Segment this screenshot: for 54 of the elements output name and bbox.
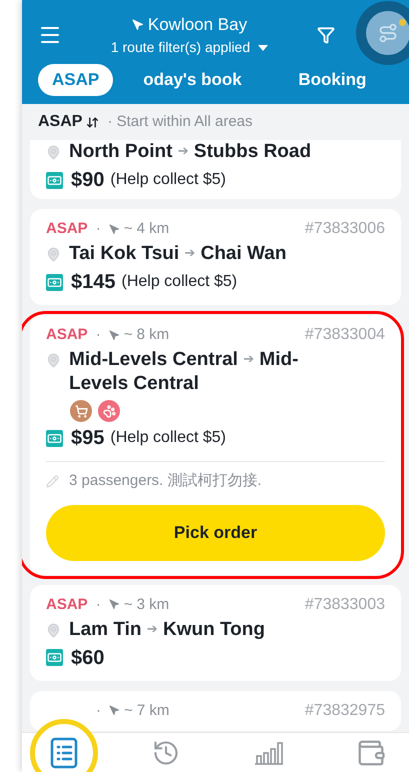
- dropdown-caret-icon: [258, 44, 268, 51]
- tab[interactable]: Booking: [272, 64, 393, 96]
- pin-icon: [46, 145, 61, 160]
- price-text: $60: [71, 646, 104, 670]
- collect-note: (Help collect $5): [122, 272, 238, 292]
- distance-text: ~ 8 km: [124, 325, 170, 345]
- list-icon: [50, 736, 78, 768]
- distance-text: ~ 7 km: [124, 700, 170, 720]
- cash-icon: [46, 649, 63, 666]
- collect-note: (Help collect $5): [110, 428, 226, 448]
- price-text: $145: [71, 270, 116, 295]
- pencil-icon: [46, 474, 59, 488]
- wallet-icon: [356, 738, 386, 768]
- direction-icon: [108, 599, 120, 610]
- direction-icon: [108, 330, 120, 340]
- cash-icon: [46, 172, 63, 188]
- pin-icon: [46, 622, 61, 638]
- direction-icon: [108, 224, 120, 234]
- price-text: $90: [71, 168, 104, 193]
- asap-tag: ASAP: [46, 594, 88, 614]
- order-id: #73832975: [304, 700, 385, 720]
- tab[interactable]: oday's book: [129, 64, 256, 96]
- order-id: #73833003: [304, 594, 385, 614]
- cash-icon: [46, 274, 63, 290]
- tab[interactable]: ASAP: [38, 64, 114, 96]
- order-id: #73833006: [304, 219, 385, 239]
- route-filter-button[interactable]: [356, 1, 409, 65]
- filter-summary[interactable]: 1 route filter(s) applied: [110, 37, 250, 58]
- asap-tag: ASAP: [46, 219, 88, 239]
- history-icon: [152, 738, 180, 766]
- separator-dot: ·: [96, 219, 101, 239]
- order-id: #73833004: [304, 325, 385, 345]
- distance-text: ~ 4 km: [124, 219, 170, 239]
- order-note: 3 passengers. 測試柯打勿接.: [69, 471, 262, 491]
- area-scope-text: · Start within All areas: [107, 112, 253, 132]
- bar-chart-icon: [254, 740, 284, 764]
- price-text: $95: [71, 426, 104, 451]
- pin-icon: [46, 353, 61, 368]
- asap-tag: ASAP: [46, 325, 88, 345]
- filter-icon[interactable]: [317, 26, 335, 44]
- pin-icon: [46, 247, 61, 262]
- cash-icon: [46, 430, 63, 446]
- sort-icon[interactable]: [86, 116, 100, 128]
- distance-text: ~ 3 km: [124, 594, 170, 614]
- separator-dot: ·: [96, 700, 101, 720]
- route-icon: [378, 23, 398, 43]
- separator-dot: ·: [96, 325, 101, 345]
- collect-note: (Help collect $5): [110, 170, 226, 190]
- location-arrow-icon: [132, 18, 144, 30]
- sort-label[interactable]: ASAP: [38, 110, 82, 134]
- pick-order-button[interactable]: Pick order: [46, 504, 385, 560]
- location-text[interactable]: Kowloon Bay: [148, 12, 248, 38]
- direction-icon: [109, 705, 120, 716]
- separator-dot: ·: [96, 594, 101, 614]
